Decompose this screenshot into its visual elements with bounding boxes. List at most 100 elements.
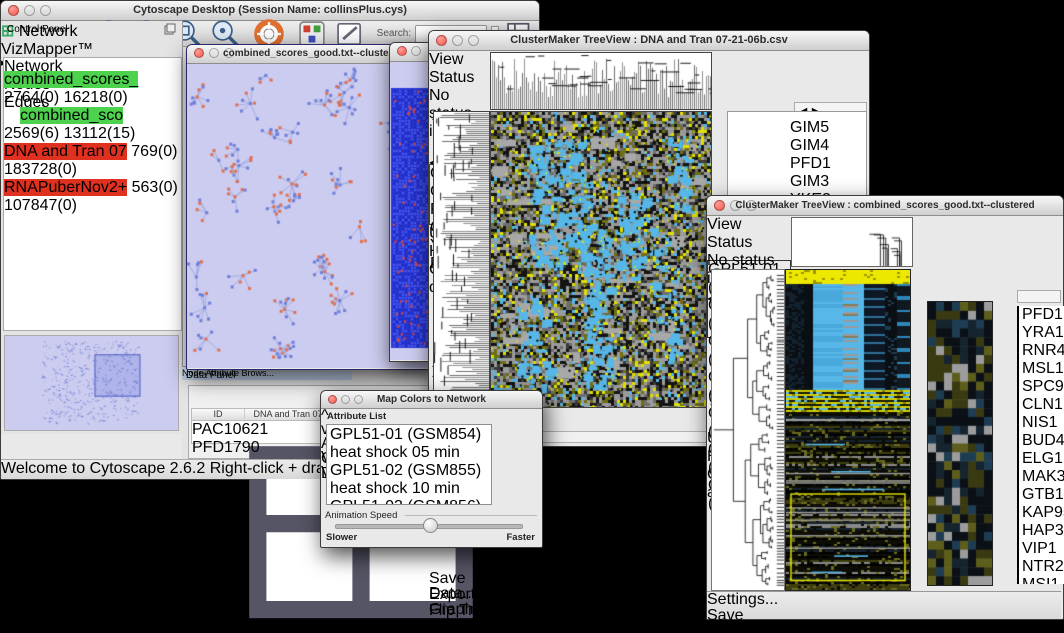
- view-status-panel: View Status No status info f ◀ ▶: [707, 216, 785, 260]
- edge-count: 107847(0): [4, 197, 77, 214]
- gene-label[interactable]: BUD4: [1022, 432, 1064, 450]
- gene-label[interactable]: ELG1: [1022, 450, 1064, 468]
- birdseye-view[interactable]: [4, 335, 179, 431]
- zoom-heatmap-canvas[interactable]: [927, 301, 993, 586]
- gene-label[interactable]: GIM3: [790, 173, 840, 191]
- gene-label[interactable]: MSI1: [1022, 576, 1064, 584]
- attribute-item[interactable]: GPL51-01 (GSM854) heat shock 05 min: [330, 426, 491, 462]
- network-row[interactable]: RNAPuberNov2+ 563(0) 107847(0): [4, 179, 181, 215]
- row-dendrogram[interactable]: [711, 269, 785, 591]
- gene-label[interactable]: PFD1: [790, 155, 840, 173]
- treeview2-gene-list: PFD1YRA1RNR4MSL1SPC98CLN1NIS1BUD4ELG1MAK…: [1017, 306, 1064, 584]
- node-count: 769(0): [131, 143, 177, 160]
- treeview1-titlebar[interactable]: ClusterMaker TreeView : DNA and Tran 07-…: [429, 31, 869, 51]
- zoom-window-icon[interactable]: [224, 48, 234, 58]
- minimize-icon[interactable]: [209, 48, 219, 58]
- dense-network-canvas[interactable]: [390, 62, 433, 360]
- hints-hscroll-thumb[interactable]: [1020, 292, 1042, 300]
- gene-label[interactable]: MAK31: [1022, 468, 1064, 486]
- close-icon[interactable]: [436, 35, 447, 46]
- gene-label[interactable]: NTR2: [1022, 558, 1064, 576]
- gene-label[interactable]: VIP1: [1022, 540, 1064, 558]
- close-icon[interactable]: [194, 48, 204, 58]
- minimize-icon[interactable]: [730, 200, 741, 211]
- gene-label[interactable]: PFD1: [1022, 306, 1064, 324]
- col-id[interactable]: ID: [192, 409, 245, 419]
- network-name: combined_scores_: [4, 71, 138, 88]
- treeview2-window[interactable]: ClusterMaker TreeView : combined_scores_…: [706, 195, 1064, 620]
- minimize-icon[interactable]: [411, 46, 421, 56]
- edge-count: 13112(15): [64, 125, 136, 142]
- zoom-window-icon[interactable]: [40, 5, 51, 16]
- network-row[interactable]: DNA and Tran 07 769(0) 183728(0): [4, 143, 181, 179]
- status-hscroll-thumb[interactable]: [711, 226, 745, 235]
- treeview2-titlebar[interactable]: ClusterMaker TreeView : combined_scores_…: [707, 196, 1063, 216]
- settings-label: Settings...: [707, 591, 778, 608]
- gene-label[interactable]: GTB1: [1022, 486, 1064, 504]
- gene-label[interactable]: SPC98: [1022, 378, 1064, 396]
- export-graphics-label: Export Graphics...: [707, 623, 784, 633]
- zoom-window-icon[interactable]: [746, 200, 757, 211]
- zoom-window-icon[interactable]: [468, 35, 479, 46]
- animation-speed-label: Animation Speed: [325, 510, 397, 521]
- tab-vizmapper-label: VizMapper™: [1, 41, 93, 58]
- heatmap-canvas[interactable]: [490, 111, 712, 408]
- network-row[interactable]: combined_scores_ 2764(0) 16218(0): [4, 71, 181, 107]
- faster-label: Faster: [506, 532, 535, 543]
- dialog-titlebar[interactable]: Map Colors to Network: [321, 391, 542, 409]
- close-icon[interactable]: [328, 395, 337, 404]
- node-count: 2764(0): [4, 89, 59, 106]
- network-row-selected[interactable]: combined_sco 2569(6) 13112(15): [4, 107, 181, 143]
- treeview2-title: ClusterMaker TreeView : combined_scores_…: [707, 196, 1063, 215]
- network-name: RNAPuberNov2+: [4, 179, 127, 196]
- network-rows: combined_scores_ 2764(0) 16218(0) combin…: [4, 71, 181, 215]
- attribute-list[interactable]: GPL51-01 (GSM854) heat shock 05 minGPL51…: [326, 424, 492, 505]
- mini-heatmap[interactable]: [728, 112, 776, 182]
- close-icon[interactable]: [8, 5, 19, 16]
- view-status-title: View Status: [429, 51, 484, 87]
- flip-tree-button[interactable]: Flip Tree N: [429, 603, 515, 619]
- data-table-row-cell: PFD1: [192, 439, 233, 456]
- column-dendrogram-area: [791, 217, 913, 267]
- treeview1-title: ClusterMaker TreeView : DNA and Tran 07-…: [429, 31, 869, 50]
- hints-scroll-strip: [1017, 290, 1061, 303]
- gene-label[interactable]: GIM4: [790, 137, 840, 155]
- node-count: 563(0): [132, 179, 178, 196]
- gene-label[interactable]: YRA1: [1022, 324, 1064, 342]
- minimize-icon[interactable]: [452, 35, 463, 46]
- data-table-row-cell: 621: [242, 421, 269, 438]
- settings-button[interactable]: Settings...: [707, 592, 767, 608]
- export-graphics-button[interactable]: Export Graphics...: [429, 587, 515, 603]
- save-data-button[interactable]: Save Data...: [707, 608, 771, 624]
- data-table-row-cell: PAC10: [192, 421, 242, 438]
- close-icon[interactable]: [714, 200, 725, 211]
- treeview2-button-bar: Settings... Save Data... Export Graphics…: [707, 591, 1061, 619]
- gene-label[interactable]: HAP3: [1022, 522, 1064, 540]
- gene-label[interactable]: KAP95: [1022, 504, 1064, 522]
- attribute-item[interactable]: GPL51-02 (GSM855) heat shock 10 min: [330, 462, 491, 498]
- map-colors-dialog[interactable]: Map Colors to Network Attribute List GPL…: [320, 390, 543, 548]
- network-list: Network Nodes Edges combined_scores_ 276…: [3, 57, 182, 331]
- zoom-window-icon[interactable]: [354, 395, 363, 404]
- minimize-icon[interactable]: [24, 5, 35, 16]
- export-graphics-button[interactable]: Export Graphics...: [707, 624, 795, 633]
- gene-label[interactable]: NIS1: [1022, 414, 1064, 432]
- column-dendrogram[interactable]: [792, 218, 912, 266]
- column-dendrogram[interactable]: [490, 52, 712, 110]
- minimize-icon[interactable]: [341, 395, 350, 404]
- desktop: Cytoscape Desktop (Session Name: collins…: [0, 0, 1064, 633]
- row-dendrogram[interactable]: [433, 111, 490, 408]
- gene-label[interactable]: RNR4: [1022, 342, 1064, 360]
- gene-label[interactable]: CLN1: [1022, 396, 1064, 414]
- animation-slider-thumb[interactable]: [423, 518, 438, 533]
- edge-count: 183728(0): [4, 161, 77, 178]
- attribute-item[interactable]: GPL51-03 (GSM856) heat shock 15 min: [330, 498, 491, 505]
- heatmap-canvas[interactable]: [785, 269, 911, 591]
- save-data-button[interactable]: Save Data...: [429, 571, 497, 587]
- gene-label[interactable]: MSL1: [1022, 360, 1064, 378]
- float-panel-icon[interactable]: [164, 23, 176, 35]
- gene-label[interactable]: GIM5: [790, 119, 840, 137]
- attribute-list-label: Attribute List: [327, 411, 386, 422]
- close-icon[interactable]: [397, 46, 407, 56]
- attribute-items: GPL51-01 (GSM854) heat shock 05 minGPL51…: [327, 425, 491, 505]
